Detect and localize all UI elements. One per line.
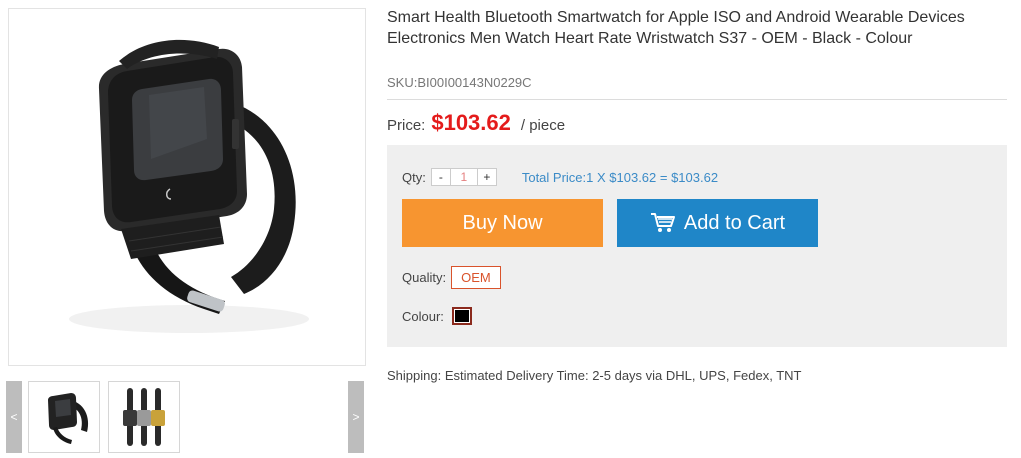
quantity-row: Qty: - + Total Price:1 X $103.62 = $103.… — [402, 168, 718, 186]
total-price: Total Price:1 X $103.62 = $103.62 — [521, 169, 719, 185]
quantity-label: Qty: — [402, 169, 426, 185]
product-sku: SKU:BI00I00143N0229C — [387, 75, 532, 90]
quantity-increment-button[interactable]: + — [476, 168, 497, 186]
add-to-cart-label: Add to Cart — [683, 211, 786, 234]
quantity-input[interactable] — [450, 168, 477, 186]
price-unit: / piece — [520, 117, 566, 134]
quantity-decrement-button[interactable]: - — [430, 168, 451, 186]
buy-now-button[interactable]: Buy Now — [402, 199, 603, 247]
buy-now-label: Buy Now — [462, 211, 543, 234]
quality-option-oem[interactable]: OEM — [451, 266, 501, 289]
thumbnail-2[interactable] — [108, 381, 180, 453]
add-to-cart-button[interactable]: Add to Cart — [617, 199, 818, 247]
thumbnail-carousel: < > — [6, 381, 364, 453]
price-row: Price: $103.62 / piece — [387, 110, 565, 138]
purchase-panel: Qty: - + Total Price:1 X $103.62 = $103.… — [387, 145, 1007, 347]
quality-row: Quality: OEM — [402, 266, 501, 289]
smartwatch-colors-thumbnail-image — [123, 388, 165, 446]
product-main-image — [8, 8, 366, 366]
smartwatch-thumbnail-image — [48, 393, 89, 444]
colour-swatch-fill — [454, 310, 469, 322]
price-label: Price: — [387, 117, 426, 134]
shipping-info: Shipping: Estimated Delivery Time: 2-5 d… — [387, 368, 802, 383]
smartwatch-image — [69, 39, 309, 333]
colour-row: Colour: — [402, 307, 472, 325]
shopping-cart-icon — [650, 213, 675, 232]
divider — [387, 99, 1007, 100]
carousel-next-button[interactable]: > — [348, 381, 364, 453]
colour-label: Colour: — [402, 308, 444, 324]
quality-label: Quality: — [402, 270, 447, 285]
product-title: Smart Health Bluetooth Smartwatch for Ap… — [387, 9, 965, 47]
colour-swatch-black[interactable] — [451, 307, 472, 325]
thumbnail-1[interactable] — [28, 381, 100, 453]
carousel-prev-button[interactable]: < — [6, 381, 22, 453]
price-value: $103.62 — [431, 110, 511, 135]
